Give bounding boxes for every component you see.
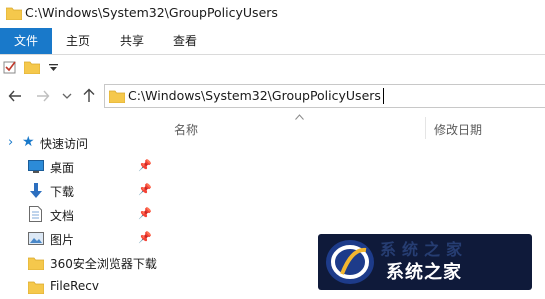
quick-access-toolbar	[0, 55, 545, 81]
nav-item-documents[interactable]: 文档 📌	[0, 203, 160, 227]
file-list-header: 名称 修改日期	[160, 111, 545, 141]
properties-check-icon[interactable]	[3, 60, 17, 74]
chevron-right-icon[interactable]: ›	[8, 135, 13, 150]
tab-view[interactable]: 查看	[165, 28, 205, 54]
folder-icon	[6, 7, 22, 20]
pin-icon[interactable]: 📌	[138, 231, 152, 244]
title-bar: C:\Windows\System32\GroupPolicyUsers	[0, 0, 545, 28]
watermark-logo-icon	[326, 240, 374, 284]
address-bar[interactable]: C:\Windows\System32\GroupPolicyUsers	[104, 84, 545, 108]
nav-item-label: 360安全浏览器下载	[50, 257, 157, 271]
folder-icon	[109, 90, 125, 103]
pin-icon[interactable]: 📌	[138, 183, 152, 196]
nav-quick-access[interactable]: › ★ 快速访问	[0, 131, 160, 155]
column-header-modified[interactable]: 修改日期	[434, 121, 482, 138]
nav-quick-access-label: 快速访问	[40, 137, 89, 151]
window-title: C:\Windows\System32\GroupPolicyUsers	[25, 5, 278, 20]
watermark-text: 系统之家	[386, 262, 462, 283]
nav-item-downloads[interactable]: 下载 📌	[0, 179, 160, 203]
tab-share[interactable]: 共享	[112, 28, 152, 54]
text-caret	[383, 88, 384, 104]
forward-arrow-icon[interactable]	[36, 89, 50, 103]
address-path-input[interactable]: C:\Windows\System32\GroupPolicyUsers	[128, 88, 383, 103]
nav-item-folder[interactable]: 360安全浏览器下载	[0, 251, 160, 275]
customize-dropdown-icon[interactable]	[49, 64, 58, 72]
column-divider[interactable]	[425, 117, 426, 139]
star-icon: ★	[22, 134, 35, 150]
download-icon	[30, 183, 42, 198]
nav-item-label: 图片	[50, 233, 75, 247]
sort-ascending-icon	[295, 114, 304, 120]
nav-item-label: 下载	[50, 185, 75, 199]
nav-item-label: 文档	[50, 209, 75, 223]
navigation-pane: › ★ 快速访问 桌面 📌 下载 📌 文档 📌 图片 📌 360安全浏览器下载 …	[0, 111, 160, 295]
folder-icon	[28, 281, 44, 294]
recent-locations-chevron-icon[interactable]	[62, 93, 72, 100]
column-header-name[interactable]: 名称	[174, 121, 198, 138]
nav-item-pictures[interactable]: 图片 📌	[0, 227, 160, 251]
nav-item-folder[interactable]: FileRecv	[0, 275, 160, 299]
nav-item-desktop[interactable]: 桌面 📌	[0, 155, 160, 179]
tab-file[interactable]: 文件	[0, 28, 52, 54]
desktop-icon	[28, 160, 44, 173]
folder-icon	[28, 257, 44, 270]
nav-item-label: FileRecv	[50, 279, 99, 293]
new-folder-icon[interactable]	[24, 60, 40, 74]
up-arrow-icon[interactable]	[82, 88, 96, 103]
pin-icon[interactable]: 📌	[138, 159, 152, 172]
tab-home[interactable]: 主页	[58, 28, 98, 54]
document-icon	[29, 206, 42, 222]
ribbon-tabs: 文件 主页 共享 查看	[0, 28, 545, 55]
nav-item-label: 桌面	[50, 161, 75, 175]
pictures-icon	[28, 232, 44, 245]
watermark-faint-text: 系统之家	[380, 240, 469, 259]
back-arrow-icon[interactable]	[8, 89, 22, 103]
pin-icon[interactable]: 📌	[138, 207, 152, 220]
